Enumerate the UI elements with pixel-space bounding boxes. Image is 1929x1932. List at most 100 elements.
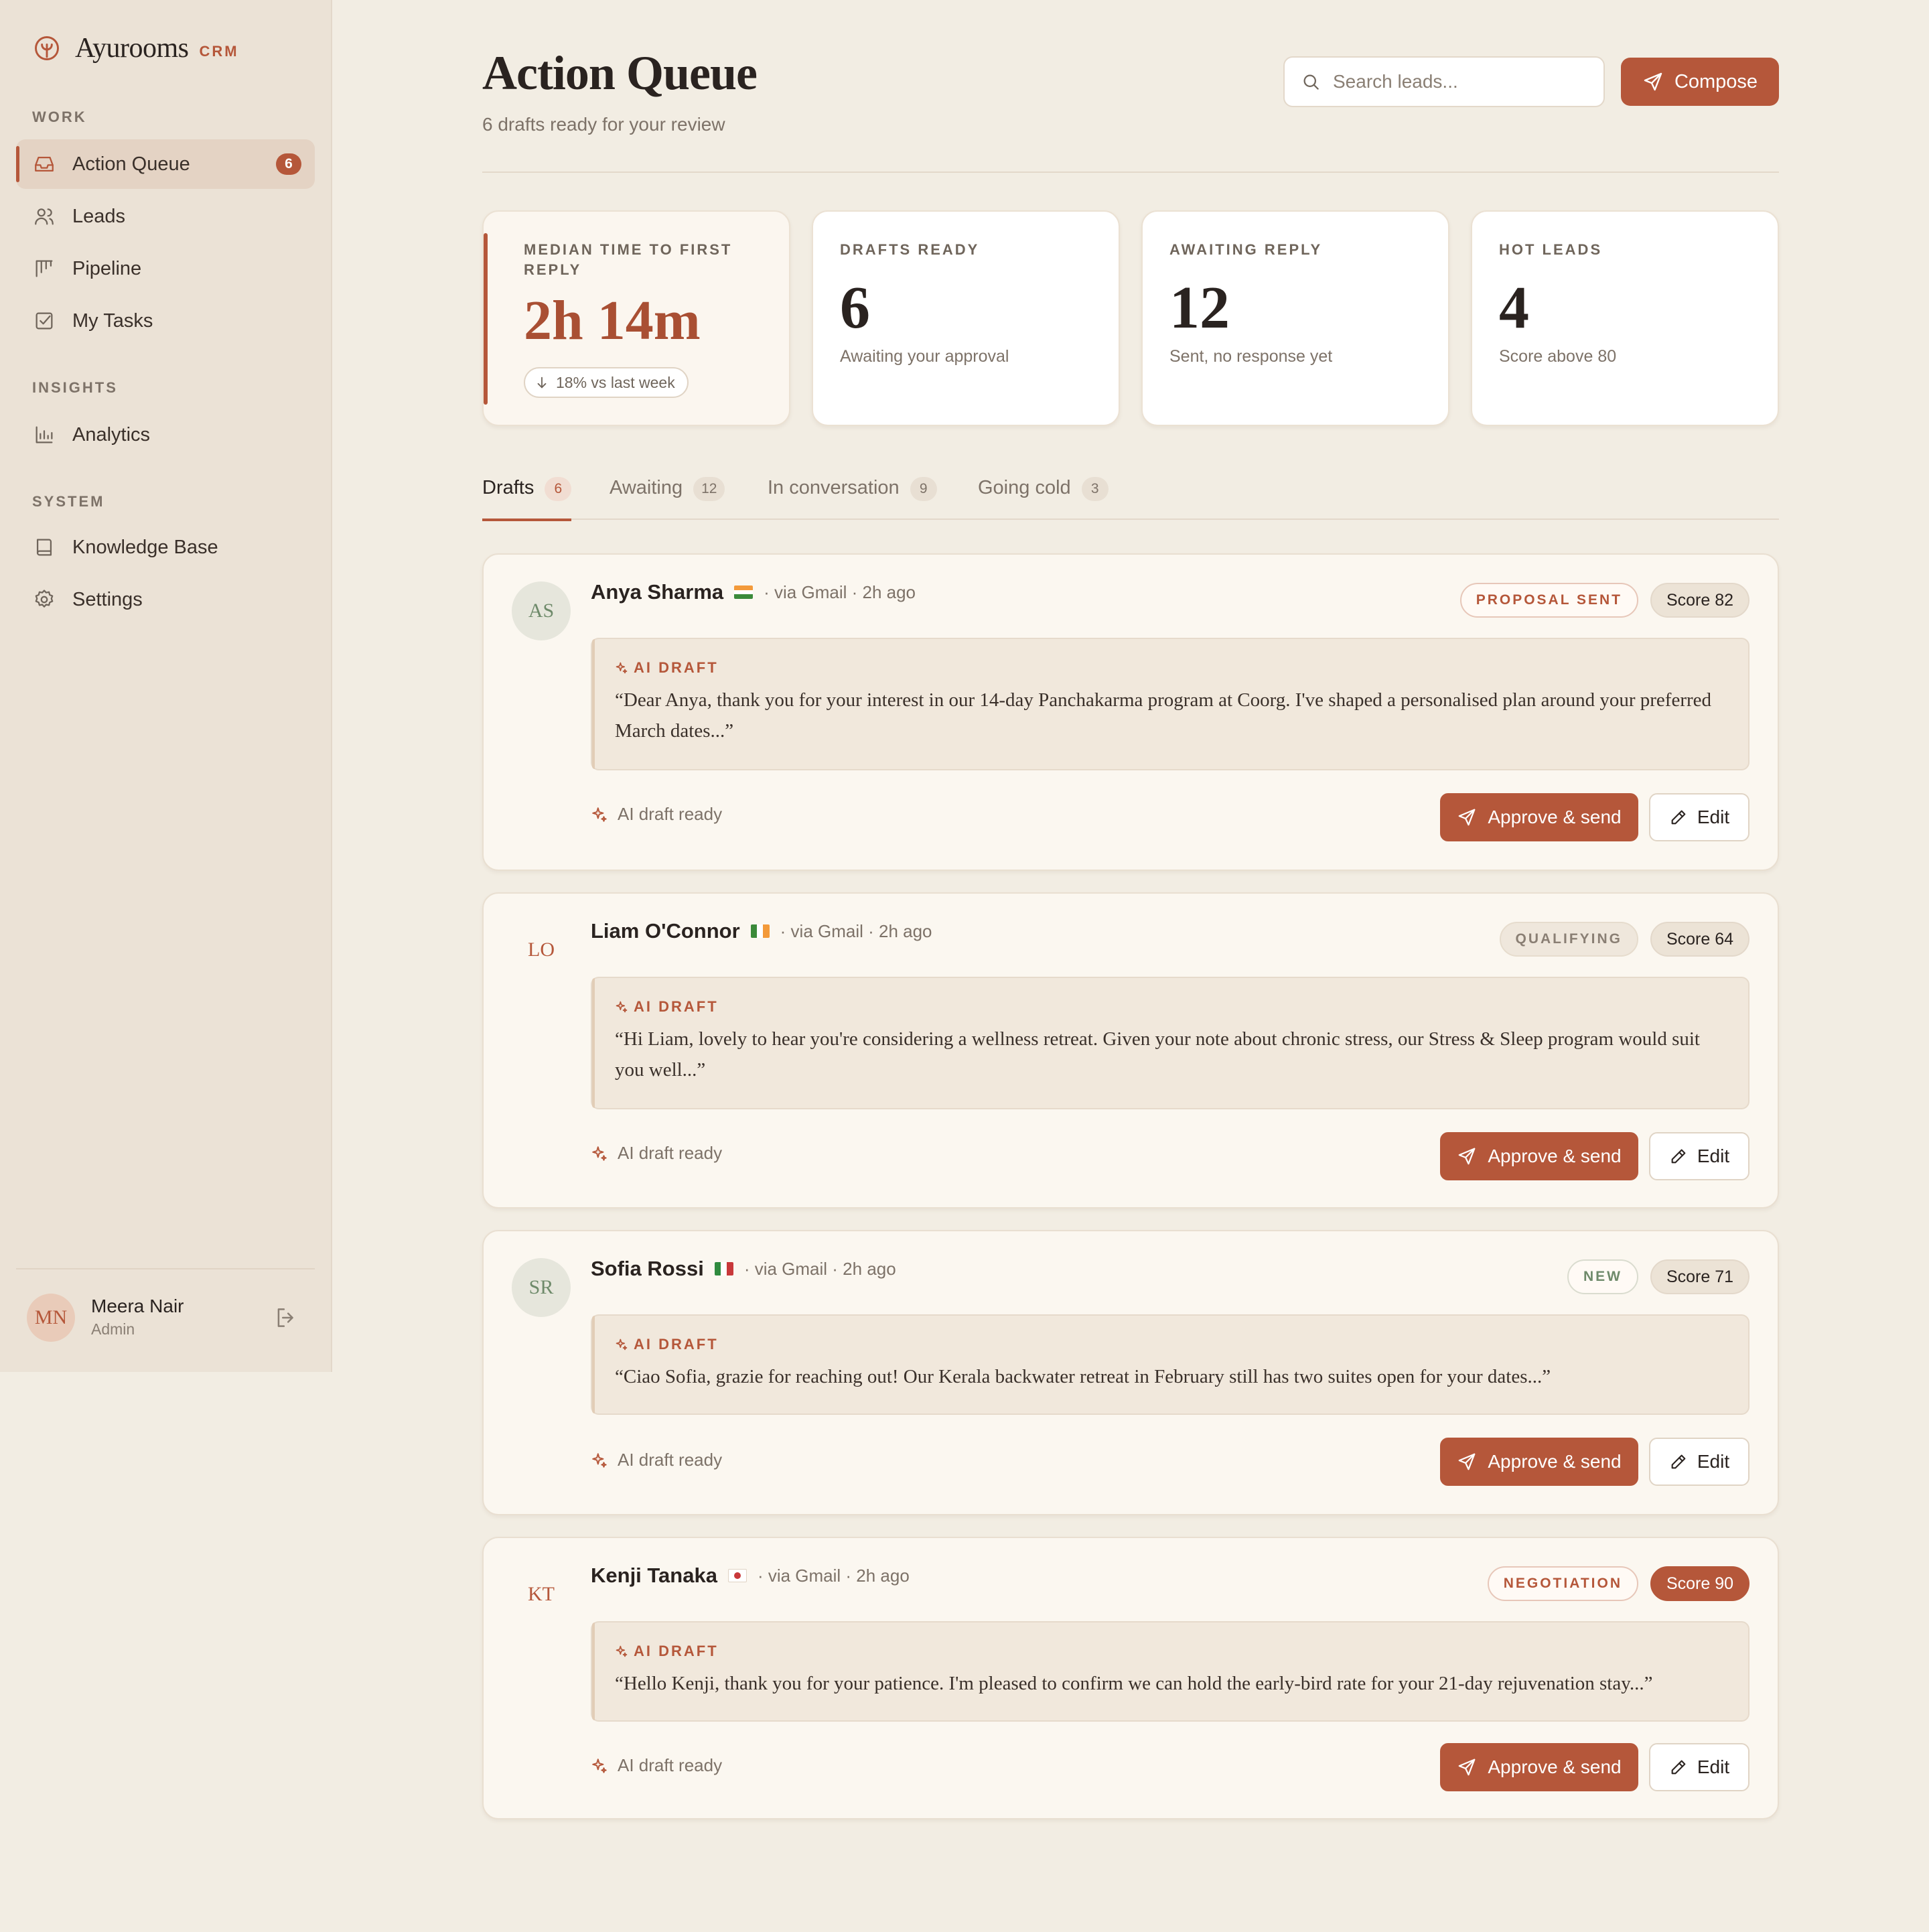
lead-name[interactable]: Liam O'Connor: [591, 919, 740, 943]
trend-chip: 18% vs last week: [524, 367, 689, 398]
tab-drafts[interactable]: Drafts 6: [482, 469, 572, 521]
stat-sub: Score above 80: [1499, 347, 1617, 366]
approve-send-button[interactable]: Approve & send: [1440, 1743, 1638, 1791]
stat-card-drafts-ready: DRAFTS READY 6 Awaiting your approval: [812, 210, 1120, 426]
lead-card: LO Liam O'Connor · via Gmail · 2h ago QU…: [482, 892, 1779, 1209]
sparkle-icon: [592, 1452, 607, 1468]
tab-count: 12: [693, 477, 725, 501]
draft-label: AI DRAFT: [615, 659, 1725, 677]
search-box[interactable]: [1283, 56, 1605, 107]
sparkle-icon: [592, 1146, 607, 1161]
sidebar-item-label: Knowledge Base: [72, 536, 218, 558]
tab-label: Drafts: [482, 477, 534, 498]
score-badge: Score 71: [1650, 1259, 1749, 1294]
status-badge: PROPOSAL SENT: [1459, 583, 1638, 618]
sparkle-icon: [616, 1338, 628, 1351]
tab-awaiting[interactable]: Awaiting 12: [610, 469, 725, 520]
draft-text: “Dear Anya, thank you for your interest …: [615, 689, 1711, 742]
stat-card-hot-leads: HOT LEADS 4 Score above 80: [1471, 210, 1779, 426]
send-icon: [1459, 1453, 1476, 1470]
section-label-system: SYSTEM: [32, 493, 105, 510]
avatar: LO: [528, 939, 555, 961]
score-badge: Score 64: [1650, 922, 1749, 957]
sidebar-item-action-queue[interactable]: Action Queue 6: [16, 139, 315, 189]
draft-text: “Hi Liam, lovely to hear you're consider…: [615, 1028, 1700, 1081]
lead-name[interactable]: Sofia Rossi: [591, 1257, 704, 1281]
status-badge: QUALIFYING: [1499, 922, 1638, 957]
draft-box[interactable]: AI DRAFT “Hello Kenji, thank you for you…: [591, 1621, 1749, 1722]
lead-meta: · via Gmail · 2h ago: [757, 1565, 910, 1586]
tab-count: 9: [910, 477, 937, 501]
compose-button[interactable]: Compose: [1621, 58, 1779, 106]
italy-flag-icon: [714, 1262, 733, 1275]
lead-meta: · via Gmail · 2h ago: [743, 1258, 896, 1279]
status-badge: NEW: [1567, 1259, 1638, 1294]
logout-icon[interactable]: [273, 1305, 299, 1330]
edit-button[interactable]: Edit: [1649, 1132, 1749, 1180]
sidebar-item-pipeline[interactable]: Pipeline: [16, 244, 315, 293]
edit-button[interactable]: Edit: [1649, 1743, 1749, 1791]
japan-flag-icon: [727, 1569, 747, 1582]
sidebar-item-label: My Tasks: [72, 309, 153, 332]
page-title: Action Queue: [482, 46, 758, 100]
pencil-icon: [1671, 1454, 1686, 1469]
search-input[interactable]: [1333, 71, 1587, 92]
edit-button[interactable]: Edit: [1649, 1438, 1749, 1486]
lead-name[interactable]: Anya Sharma: [591, 580, 723, 604]
lotus-logo-icon: [35, 36, 59, 60]
score-badge: Score 90: [1650, 1566, 1749, 1601]
lead-name[interactable]: Kenji Tanaka: [591, 1564, 717, 1588]
tab-in-conversation[interactable]: In conversation 9: [768, 469, 937, 520]
avatar[interactable]: MN: [27, 1294, 75, 1342]
tab-label: Going cold: [978, 477, 1071, 498]
lead-header: Anya Sharma · via Gmail · 2h ago: [591, 580, 916, 604]
sparkle-icon: [616, 1645, 628, 1657]
stat-card-awaiting-reply: AWAITING REPLY 12 Sent, no response yet: [1141, 210, 1449, 426]
status-badge: NEGOTIATION: [1487, 1566, 1638, 1601]
edit-button[interactable]: Edit: [1649, 793, 1749, 841]
draft-label: AI DRAFT: [615, 998, 1725, 1016]
sidebar: Ayurooms CRM WORK Action Queue 6 Leads P…: [0, 0, 332, 1372]
users-icon: [32, 204, 56, 228]
draft-box[interactable]: AI DRAFT “Hi Liam, lovely to hear you're…: [591, 977, 1749, 1109]
sidebar-divider: [16, 1268, 315, 1269]
approve-send-button[interactable]: Approve & send: [1440, 1438, 1638, 1486]
user-role: Admin: [91, 1320, 135, 1338]
sidebar-item-leads[interactable]: Leads: [16, 192, 315, 241]
approve-send-button[interactable]: Approve & send: [1440, 793, 1638, 841]
lead-header: Sofia Rossi · via Gmail · 2h ago: [591, 1257, 896, 1281]
pencil-icon: [1671, 1760, 1686, 1775]
stat-card-median-time: MEDIAN TIME TO FIRST REPLY 2h 14m 18% vs…: [482, 210, 790, 426]
brand[interactable]: Ayurooms CRM: [32, 32, 239, 64]
avatar: SR: [512, 1258, 571, 1317]
checkbox-icon: [32, 309, 56, 333]
page-subtitle: 6 drafts ready for your review: [482, 114, 725, 135]
sidebar-item-knowledge-base[interactable]: Knowledge Base: [16, 523, 315, 572]
tab-going-cold[interactable]: Going cold 3: [978, 469, 1109, 520]
pencil-icon: [1671, 1149, 1686, 1164]
stat-value: 6: [840, 275, 870, 341]
draft-label: AI DRAFT: [615, 1643, 1725, 1660]
draft-box[interactable]: AI DRAFT “Ciao Sofia, grazie for reachin…: [591, 1314, 1749, 1415]
approve-send-button[interactable]: Approve & send: [1440, 1132, 1638, 1180]
arrow-down-icon: [537, 376, 547, 389]
lead-header: Kenji Tanaka · via Gmail · 2h ago: [591, 1564, 910, 1588]
draft-box[interactable]: AI DRAFT “Dear Anya, thank you for your …: [591, 638, 1749, 770]
sidebar-item-settings[interactable]: Settings: [16, 575, 315, 624]
send-icon: [1459, 1758, 1476, 1776]
brand-name: Ayurooms: [75, 33, 189, 64]
ireland-flag-icon: [750, 924, 770, 938]
sidebar-item-analytics[interactable]: Analytics: [16, 410, 315, 460]
stat-value: 12: [1169, 275, 1230, 341]
draft-label: AI DRAFT: [615, 1336, 1725, 1353]
stat-label: AWAITING REPLY: [1169, 241, 1323, 258]
sidebar-item-my-tasks[interactable]: My Tasks: [16, 296, 315, 346]
book-icon: [32, 535, 56, 559]
draft-text: “Ciao Sofia, grazie for reaching out! Ou…: [615, 1366, 1551, 1387]
lead-meta: · via Gmail · 2h ago: [780, 920, 932, 941]
tab-label: Awaiting: [610, 477, 683, 498]
bar-chart-icon: [32, 423, 56, 447]
stat-label: HOT LEADS: [1499, 241, 1603, 258]
user-name: Meera Nair: [91, 1296, 184, 1316]
draft-ready-status: AI draft ready: [591, 1450, 722, 1470]
